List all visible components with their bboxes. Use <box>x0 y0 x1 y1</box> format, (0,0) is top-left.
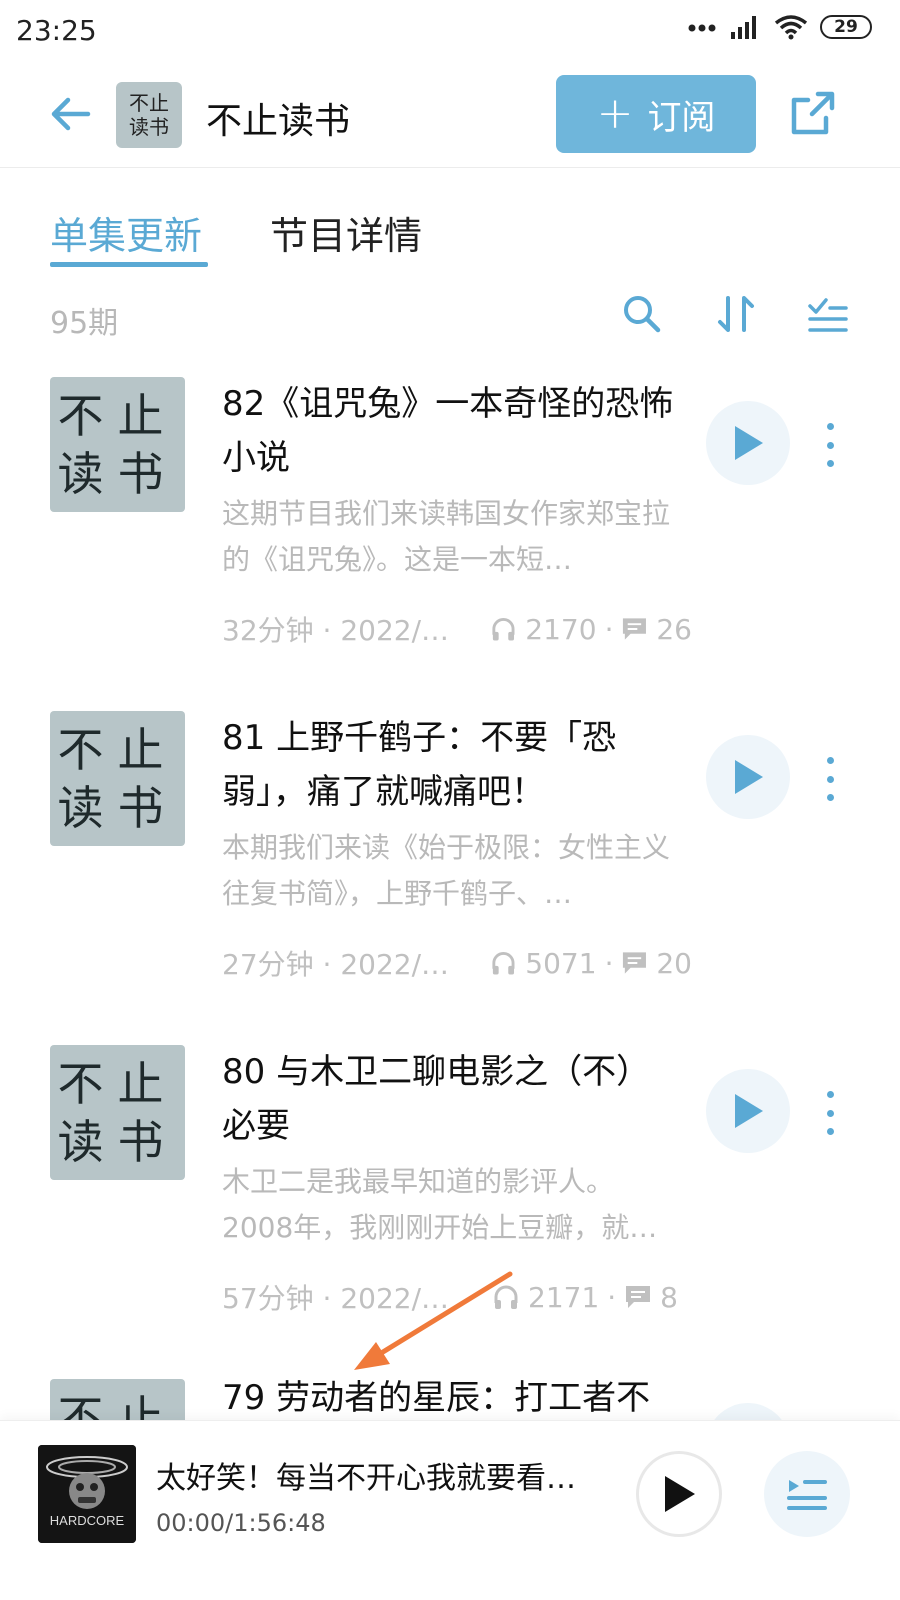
play-icon <box>735 1094 763 1128</box>
comment-icon <box>626 1286 651 1308</box>
play-button[interactable] <box>706 735 790 819</box>
play-icon <box>735 760 763 794</box>
episode-title: 80 与木卫二聊电影之（不）必要 <box>222 1052 651 1146</box>
search-icon[interactable] <box>620 292 664 336</box>
play-button[interactable] <box>706 401 790 485</box>
episode-item[interactable]: 不止读书 79 劳动者的星辰：打工者不 <box>0 1379 900 1420</box>
comment-count: 20 <box>656 946 692 980</box>
cover-text-line1: 不止 <box>57 1390 178 1421</box>
play-button[interactable] <box>706 1069 790 1153</box>
status-bar: 23:25 29 <box>0 0 900 62</box>
more-options-button[interactable] <box>820 423 840 467</box>
episode-meta: 32分钟 · 2022/1… 2170 · 26 <box>222 609 692 649</box>
batch-select-icon[interactable] <box>806 292 850 336</box>
back-arrow-icon[interactable] <box>46 90 94 138</box>
play-count: 2171 <box>528 1280 600 1314</box>
cover-text-line2: 读书 <box>129 115 169 139</box>
playlist-icon <box>787 1480 827 1510</box>
play-icon <box>665 1476 695 1512</box>
cellular-signal-icon <box>731 16 756 39</box>
episode-count: 95期 <box>50 306 119 341</box>
comment-count: 26 <box>656 612 692 646</box>
cover-logo-text: HARDCORE <box>50 1513 125 1528</box>
episode-description: 这期节目我们来读韩国女作家郑宝拉的《诅咒兔》。这是一本短… <box>222 497 671 576</box>
tab-episodes[interactable]: 单集更新 <box>50 205 202 260</box>
episode-item[interactable]: 不止 读书 81 上野千鹤子：不要「恐弱」，痛了就喊痛吧！ 本期我们来读《始于极限… <box>0 711 900 1031</box>
player-play-button[interactable] <box>636 1451 722 1537</box>
tab-details[interactable]: 节目详情 <box>270 205 422 260</box>
cover-text-line1: 不止 <box>57 722 178 777</box>
cover-text-line2: 读书 <box>57 780 178 835</box>
hardcore-logo-icon: HARDCORE <box>38 1445 136 1543</box>
episode-item[interactable]: 不止 读书 80 与木卫二聊电影之（不）必要 木卫二是我最早知道的影评人。2008… <box>0 1045 900 1365</box>
more-options-button[interactable] <box>820 1091 840 1135</box>
episode-title: 81 上野千鹤子：不要「恐弱」，痛了就喊痛吧！ <box>222 718 617 812</box>
active-tab-indicator <box>50 262 208 267</box>
comment-count: 8 <box>660 1280 678 1314</box>
episode-description: 木卫二是我最早知道的影评人。2008年，我刚刚开始上豆瓣，就… <box>222 1165 658 1244</box>
episode-cover: 不止读书 <box>50 1379 185 1420</box>
episode-duration-date: 27分钟 · 2022/1… <box>222 948 452 981</box>
play-count: 5071 <box>525 946 597 980</box>
episode-description: 本期我们来读《始于极限：女性主义往复书简》，上野千鹤子、… <box>222 831 671 910</box>
episode-title: 79 劳动者的星辰：打工者不 <box>222 1379 651 1418</box>
comment-icon <box>623 952 647 974</box>
sort-icon[interactable] <box>714 292 758 336</box>
episode-title: 82《诅咒兔》一本奇怪的恐怖小说 <box>222 384 674 478</box>
play-count: 2170 <box>525 612 597 646</box>
podcast-cover-small: 不止 读书 <box>116 82 182 148</box>
episode-cover: 不止读书 <box>50 1045 185 1180</box>
comment-icon <box>623 618 647 640</box>
now-playing-time: 00:00/1:56:48 <box>156 1509 326 1537</box>
status-icons: 29 <box>688 14 872 40</box>
cover-text-line1: 不止 <box>57 388 178 443</box>
podcast-title: 不止读书 <box>206 101 351 142</box>
episode-duration-date: 32分钟 · 2022/1… <box>222 614 452 647</box>
subscribe-button[interactable]: + 订阅 <box>556 75 756 153</box>
plus-icon: + <box>596 88 634 139</box>
more-options-button[interactable] <box>820 757 840 801</box>
cover-text-line2: 读书 <box>57 1114 178 1169</box>
episode-meta: 57分钟 · 2022/10/… 2171 · 8 <box>222 1277 692 1317</box>
playlist-button[interactable] <box>764 1451 850 1537</box>
status-time: 23:25 <box>16 14 97 47</box>
mini-player[interactable]: HARDCORE 太好笑！每当不开心我就要看… 00:00/1:56:48 <box>0 1420 900 1600</box>
episode-duration-date: 57分钟 · 2022/10/… <box>222 1282 452 1315</box>
episode-cover: 不止读书 <box>50 377 185 512</box>
now-playing-cover: HARDCORE <box>38 1445 136 1543</box>
episode-cover: 不止读书 <box>50 711 185 846</box>
wifi-icon <box>774 15 808 40</box>
episode-meta: 27分钟 · 2022/1… 5071 · 20 <box>222 943 692 983</box>
now-playing-title: 太好笑！每当不开心我就要看… <box>156 1461 576 1496</box>
episode-item[interactable]: 不止 读书 82《诅咒兔》一本奇怪的恐怖小说 这期节目我们来读韩国女作家郑宝拉的《… <box>0 377 900 697</box>
play-button[interactable] <box>706 1403 790 1420</box>
headphones-icon <box>492 951 515 975</box>
battery-indicator: 29 <box>820 15 872 39</box>
play-icon <box>735 426 763 460</box>
cover-text-line1: 不止 <box>129 91 169 115</box>
headphones-icon <box>494 1285 518 1309</box>
share-icon[interactable] <box>788 88 838 138</box>
signal-dots-icon <box>688 24 716 32</box>
headphones-icon <box>492 617 515 641</box>
cover-text-line2: 读书 <box>57 446 178 501</box>
subscribe-label: 订阅 <box>647 97 716 138</box>
app-header: 不止 读书 不止读书 + 订阅 <box>0 70 900 168</box>
cover-text-line1: 不止 <box>57 1056 178 1111</box>
